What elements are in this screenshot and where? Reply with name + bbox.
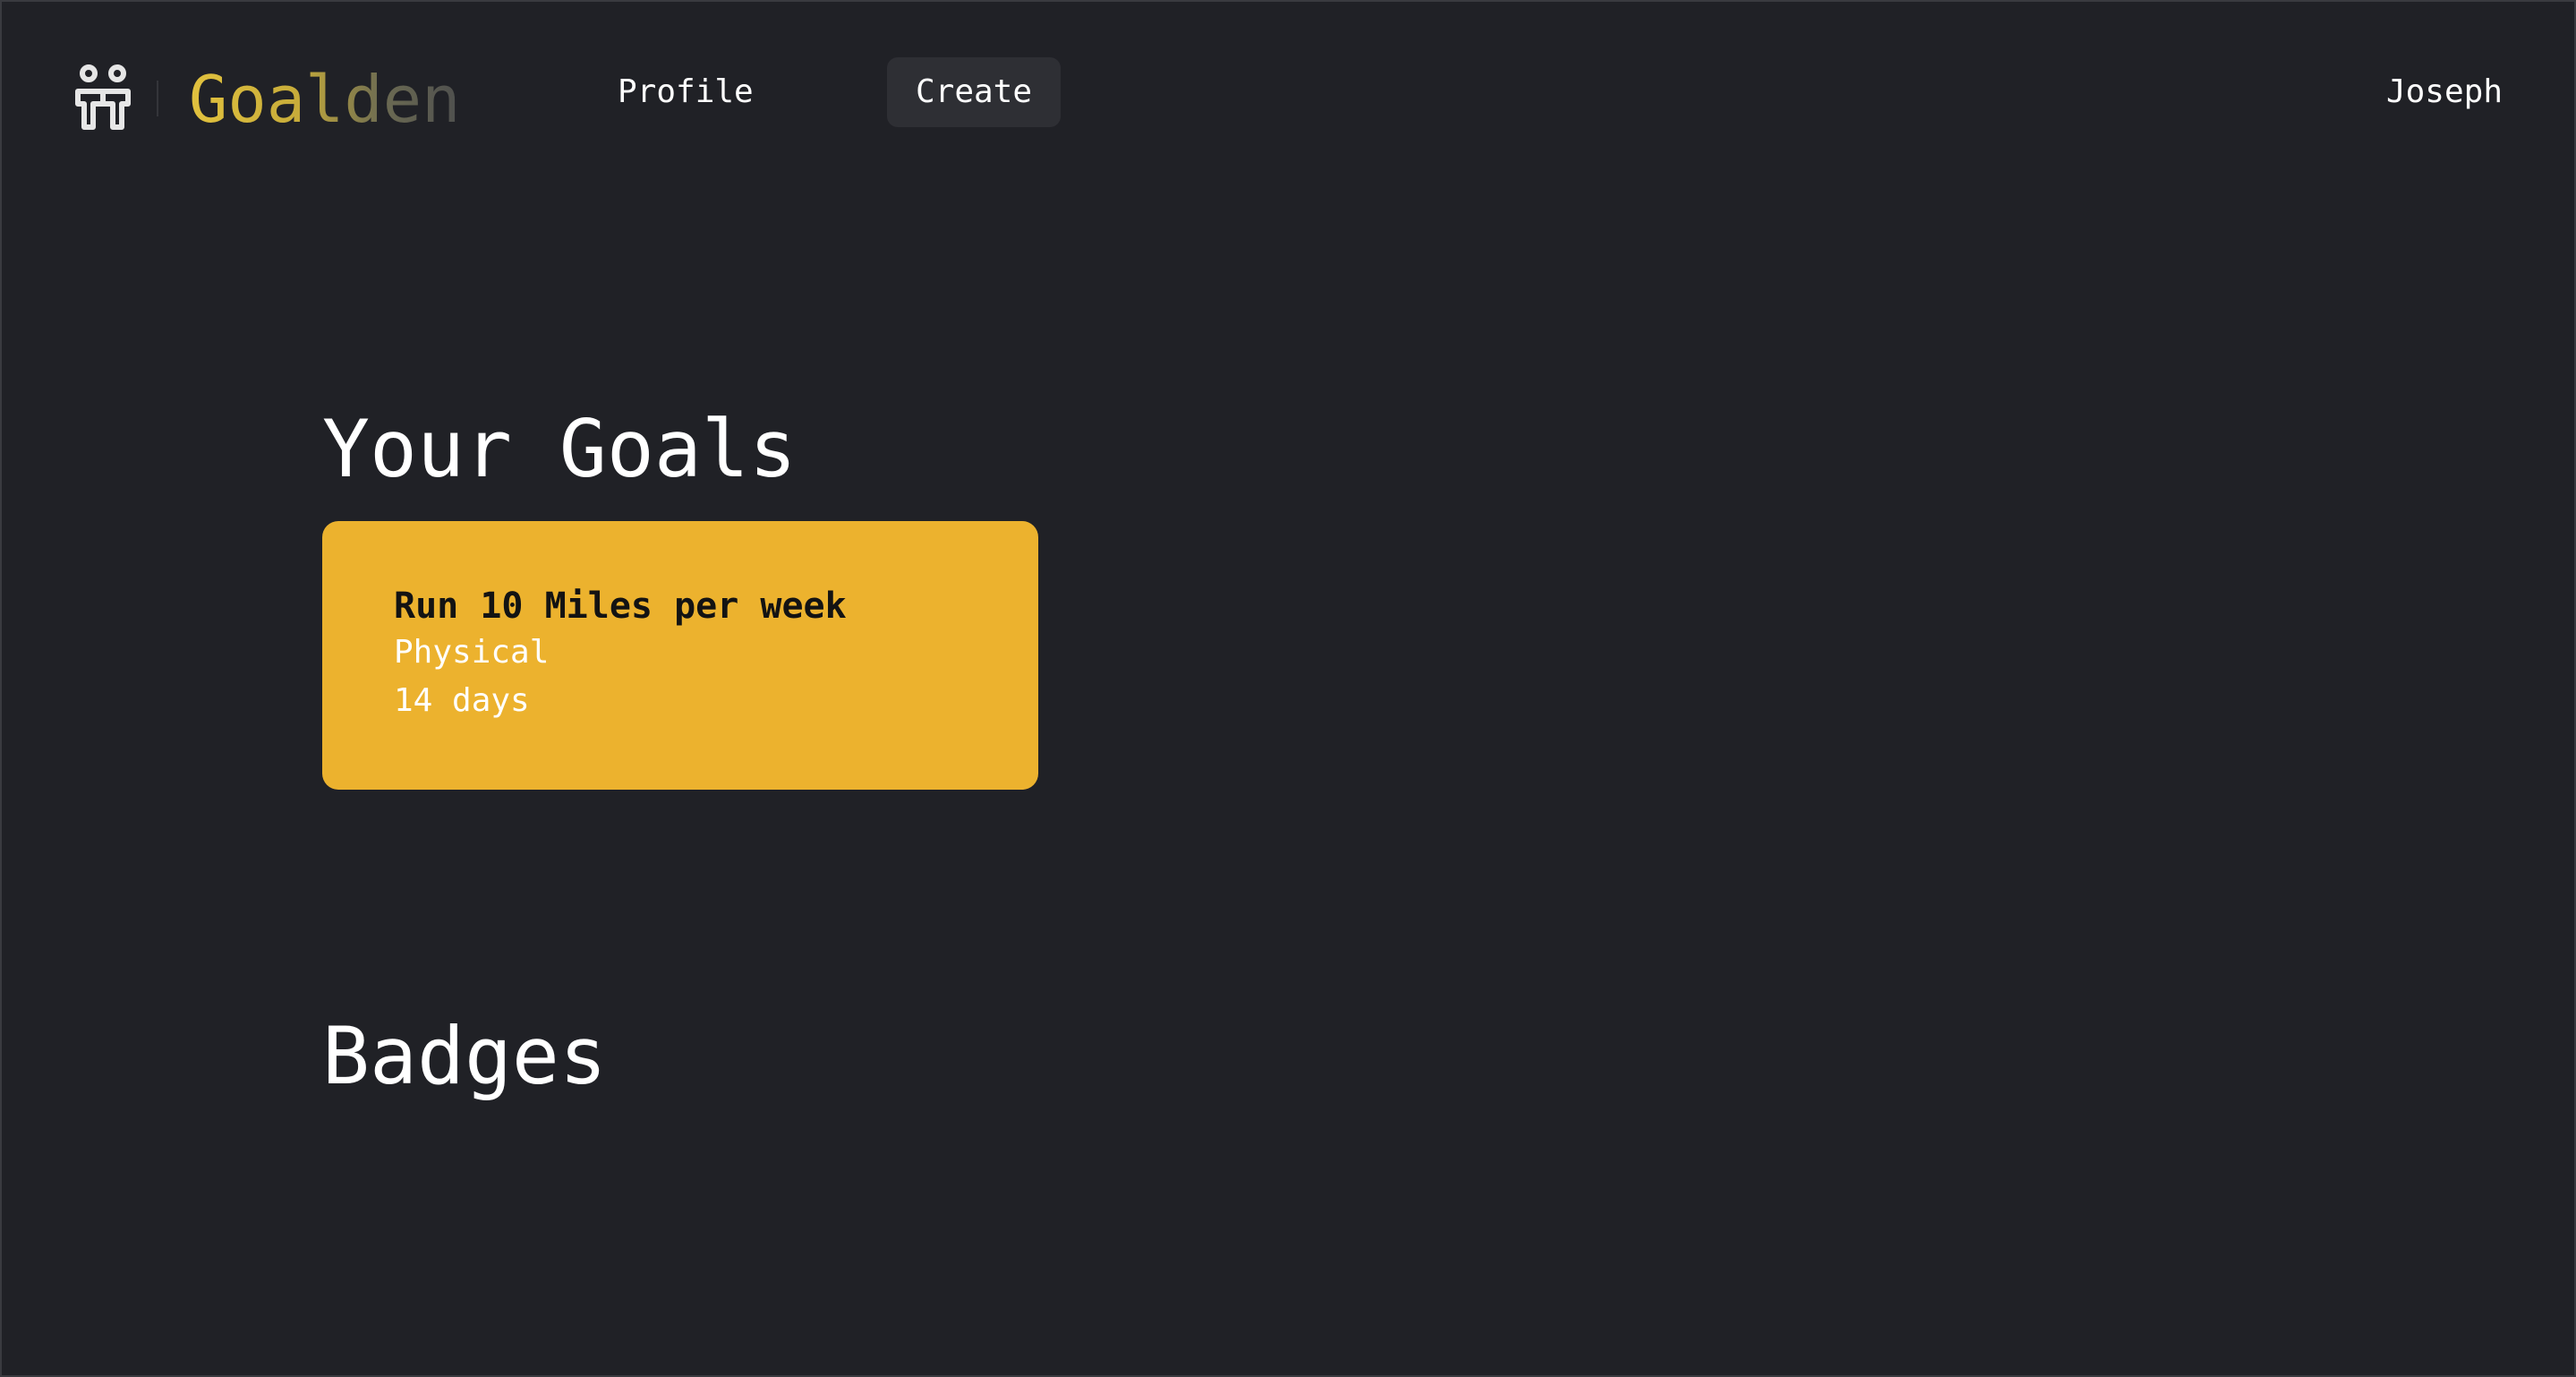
goals-heading: Your Goals: [322, 403, 797, 495]
navbar: Goalden Profile Create Joseph: [0, 0, 2576, 188]
goal-title: Run 10 Miles per week: [394, 586, 847, 627]
goal-category: Physical: [394, 634, 550, 671]
nav-create-button[interactable]: Create: [887, 57, 1061, 127]
goal-card[interactable]: Run 10 Miles per week Physical 14 days: [322, 521, 1038, 790]
nav-profile-link[interactable]: Profile: [589, 57, 782, 127]
badges-heading: Badges: [322, 1010, 607, 1102]
user-menu[interactable]: Joseph: [2386, 57, 2503, 127]
logo-divider: [157, 81, 158, 116]
goal-duration: 14 days: [394, 682, 530, 719]
two-people-icon[interactable]: [73, 64, 132, 131]
brand-name[interactable]: Goalden: [189, 59, 460, 140]
